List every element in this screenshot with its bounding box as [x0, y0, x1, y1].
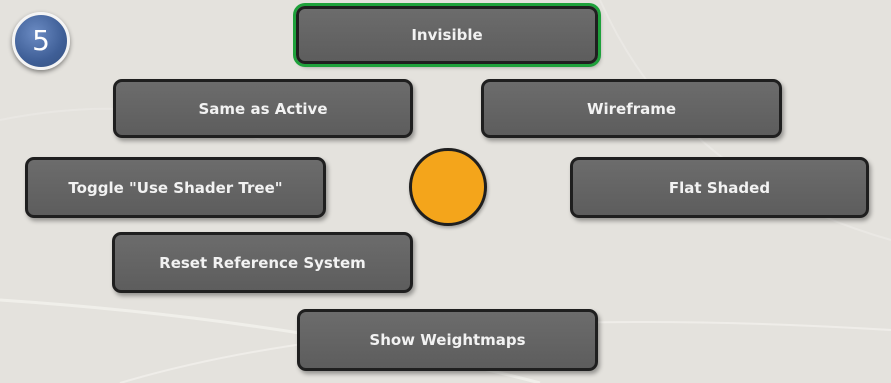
show-weightmaps-button[interactable]: Show Weightmaps: [297, 309, 598, 371]
wireframe-button[interactable]: Wireframe: [481, 79, 782, 138]
pie-menu-center: [409, 148, 487, 226]
reset-reference-system-button[interactable]: Reset Reference System: [112, 232, 413, 293]
flat-shaded-button[interactable]: Flat Shaded: [570, 157, 869, 218]
same-as-active-button[interactable]: Same as Active: [113, 79, 413, 138]
toggle-shader-tree-button[interactable]: Toggle "Use Shader Tree": [25, 157, 326, 218]
invisible-button[interactable]: Invisible: [296, 6, 598, 64]
step-number-badge: 5: [12, 12, 70, 70]
